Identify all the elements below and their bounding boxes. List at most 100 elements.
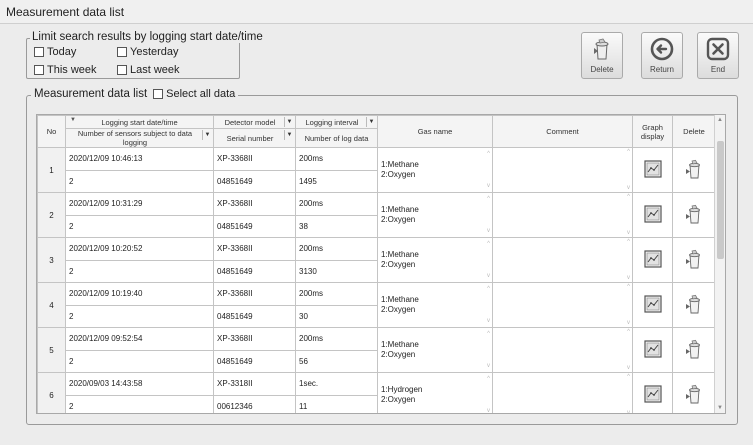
graph-display-button[interactable]	[632, 372, 673, 413]
cell-start-time: 2020/12/09 10:20:52	[65, 237, 214, 261]
row-delete-button[interactable]	[672, 282, 716, 328]
table-row[interactable]: 5 2020/12/09 09:52:54 XP-3368II 200ms 1:Meth…	[37, 327, 716, 373]
graph-display-icon	[643, 160, 662, 180]
cell-detector-model: XP-3368II	[213, 327, 296, 351]
row-delete-button[interactable]	[672, 372, 716, 413]
cell-comment[interactable]: ^ v	[492, 372, 633, 414]
cell-start-time: 2020/12/09 10:19:40	[65, 282, 214, 306]
checkbox-box[interactable]	[153, 89, 164, 99]
scroll-up-icon[interactable]: ▲	[717, 117, 723, 123]
dropdown-arrow-icon[interactable]: ▼	[202, 130, 212, 140]
col-header-start[interactable]: ▼ Logging start date/time	[65, 115, 214, 129]
graph-display-icon	[643, 385, 662, 405]
graph-display-button[interactable]	[632, 192, 673, 238]
cell-start-time: 2020/09/03 14:43:58	[65, 372, 214, 396]
cell-scroll-down-icon: v	[627, 410, 630, 414]
cell-scroll-up-icon: ^	[627, 239, 630, 245]
cell-gas-names: 1:Methane 2:Oxygen ^ v	[377, 237, 493, 283]
graph-display-button[interactable]	[632, 282, 673, 328]
graph-display-icon	[643, 205, 662, 225]
row-delete-button[interactable]	[672, 327, 716, 373]
filter-last-week-checkbox[interactable]: Last week	[117, 64, 180, 76]
graph-display-icon	[643, 250, 662, 270]
cell-serial-number: 00612346	[213, 394, 296, 413]
col-header-interval[interactable]: Logging interval ▼	[295, 115, 378, 129]
checkbox-box[interactable]	[117, 65, 127, 75]
trash-bin-icon	[683, 339, 705, 362]
trash-bin-icon	[683, 294, 705, 317]
cell-scroll-up-icon: ^	[487, 151, 490, 157]
return-button[interactable]: Return	[641, 32, 683, 79]
graph-display-button[interactable]	[632, 237, 673, 283]
cell-serial-number: 04851649	[213, 259, 296, 283]
row-delete-button[interactable]	[672, 192, 716, 238]
filter-yesterday-label: Yesterday	[130, 46, 179, 58]
end-button[interactable]: End	[697, 32, 739, 79]
measurement-list-legend: Measurement data list Select all data	[31, 88, 239, 100]
table-row[interactable]: 4 2020/12/09 10:19:40 XP-3368II 200ms 1:Meth…	[37, 282, 716, 328]
cell-sensor-count: 2	[65, 349, 214, 373]
data-grid: No ▼ Logging start date/time Detector mod…	[36, 114, 726, 414]
data-table: No ▼ Logging start date/time Detector mod…	[37, 115, 716, 413]
vertical-scrollbar[interactable]: ▲ ▼	[714, 115, 725, 413]
dropdown-arrow-icon[interactable]: ▼	[284, 117, 294, 127]
dropdown-arrow-icon[interactable]: ▼	[284, 130, 294, 140]
cell-gas-1: 1:Methane	[381, 160, 419, 169]
col-header-model[interactable]: Detector model ▼	[213, 115, 296, 129]
cell-scroll-down-icon: v	[487, 183, 490, 189]
filter-yesterday-checkbox[interactable]: Yesterday	[117, 46, 179, 58]
cell-gas-1: 1:Methane	[381, 250, 419, 259]
cell-scroll-up-icon: ^	[487, 241, 490, 247]
cell-detector-model: XP-3318II	[213, 372, 296, 396]
cell-scroll-down-icon: v	[487, 363, 490, 369]
cell-logging-interval: 1sec.	[295, 372, 378, 396]
col-header-sensors[interactable]: Number of sensors subject to data loggin…	[65, 128, 214, 148]
cell-gas-1: 1:Methane	[381, 295, 419, 304]
cell-scroll-down-icon: v	[487, 228, 490, 234]
col-header-model-label: Detector model	[224, 117, 276, 127]
cell-serial-number: 04851649	[213, 214, 296, 238]
cell-comment[interactable]: ^ v	[492, 327, 633, 373]
cell-logging-interval: 200ms	[295, 192, 378, 216]
filter-this-week-checkbox[interactable]: This week	[34, 64, 97, 76]
cell-comment[interactable]: ^ v	[492, 192, 633, 238]
select-all-checkbox[interactable]: Select all data	[153, 88, 235, 100]
table-row[interactable]: 3 2020/12/09 10:20:52 XP-3368II 200ms 1:Meth…	[37, 237, 716, 283]
cell-scroll-up-icon: ^	[627, 374, 630, 380]
checkbox-box[interactable]	[34, 47, 44, 57]
col-header-serial[interactable]: Serial number ▼	[213, 128, 296, 148]
filter-today-checkbox[interactable]: Today	[34, 46, 76, 58]
close-x-icon	[706, 37, 730, 61]
scroll-down-icon[interactable]: ▼	[717, 405, 723, 411]
cell-logging-interval: 200ms	[295, 237, 378, 261]
graph-display-button[interactable]	[632, 327, 673, 373]
checkbox-box[interactable]	[117, 47, 127, 57]
trash-bin-icon	[683, 384, 705, 407]
col-header-log-count: Number of log data	[295, 128, 378, 148]
cell-scroll-up-icon: ^	[627, 329, 630, 335]
col-header-interval-label: Logging interval	[305, 117, 359, 127]
cell-comment[interactable]: ^ v	[492, 282, 633, 328]
cell-sensor-count: 2	[65, 169, 214, 193]
cell-comment[interactable]: ^ v	[492, 237, 633, 283]
cell-log-count: 38	[295, 214, 378, 238]
scrollbar-thumb[interactable]	[717, 141, 724, 259]
row-delete-button[interactable]	[672, 147, 716, 193]
cell-detector-model: XP-3368II	[213, 237, 296, 261]
graph-display-button[interactable]	[632, 147, 673, 193]
trash-bin-icon	[594, 38, 609, 60]
dropdown-arrow-icon[interactable]: ▼	[366, 117, 376, 127]
row-delete-button[interactable]	[672, 237, 716, 283]
filter-legend: Limit search results by logging start da…	[30, 31, 265, 43]
cell-comment[interactable]: ^ v	[492, 147, 633, 193]
table-row[interactable]: 1 2020/12/09 10:46:13 XP-3368II 200ms 1:Meth…	[37, 147, 716, 193]
cell-log-count: 1495	[295, 169, 378, 193]
filter-today-label: Today	[47, 46, 77, 58]
filter-last-week-label: Last week	[130, 64, 180, 76]
table-row[interactable]: 2 2020/12/09 10:31:29 XP-3368II 200ms 1:Meth…	[37, 192, 716, 238]
checkbox-box[interactable]	[34, 65, 44, 75]
cell-scroll-up-icon: ^	[627, 149, 630, 155]
table-row[interactable]: 6 2020/09/03 14:43:58 XP-3318II 1sec. 1:Hydr…	[37, 372, 716, 413]
delete-button[interactable]: Delete	[581, 32, 623, 79]
cell-scroll-down-icon: v	[627, 230, 630, 236]
